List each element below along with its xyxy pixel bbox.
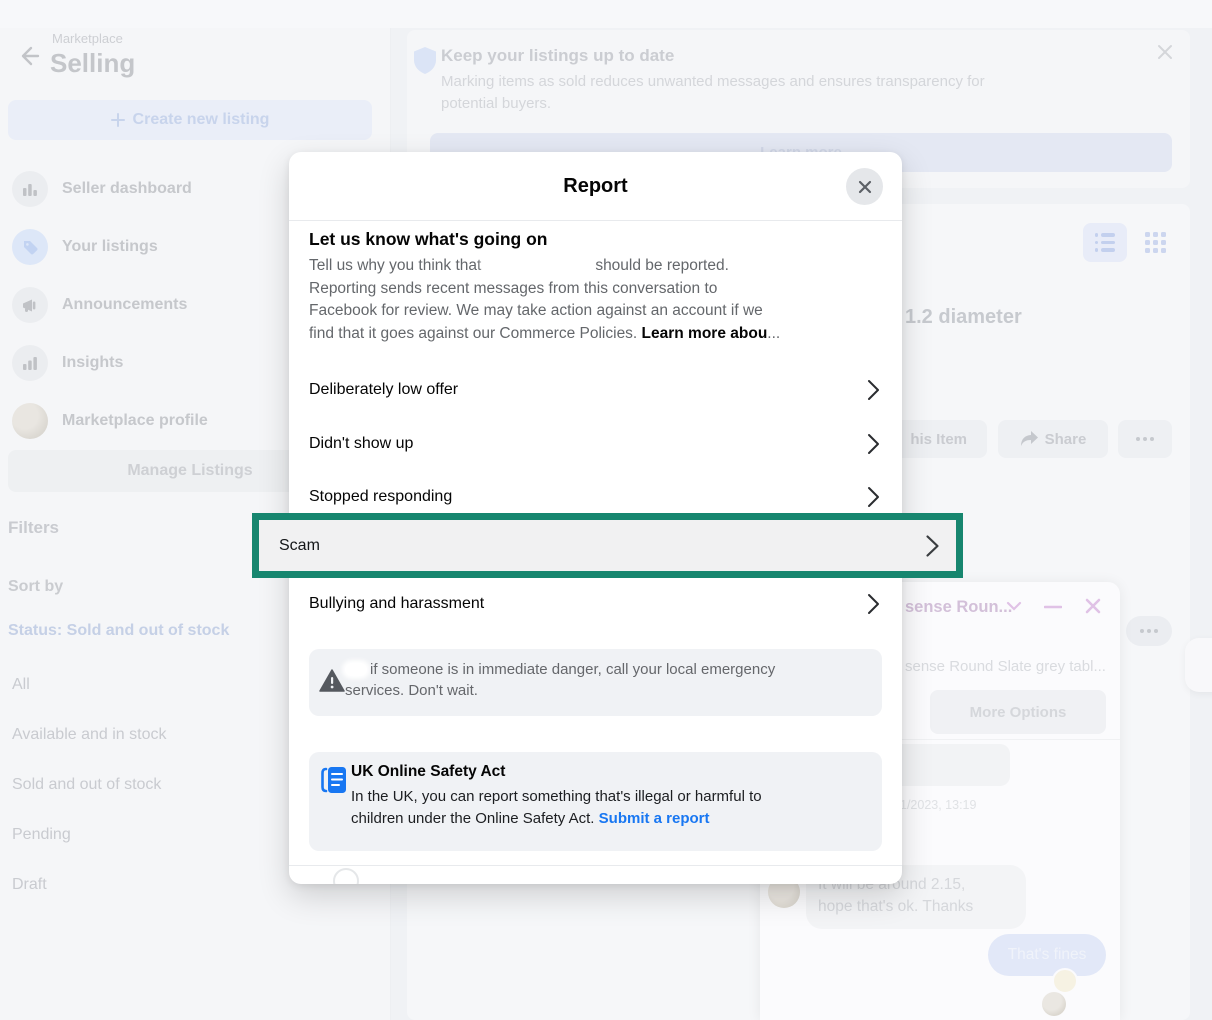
page-title: Selling [50,48,135,79]
close-icon [856,178,874,196]
description-line: Tell us why you think thatshould be repo… [309,255,887,278]
more-dots-icon [1140,629,1158,633]
modal-heading: Let us know what's going on [309,229,547,250]
danger-warning-notice: if someone is in immediate danger, call … [309,649,882,716]
sort-by-label[interactable]: Sort by [8,578,63,596]
warning-text: if someone is in immediate danger, call … [345,659,775,701]
sidebar-item-label: Marketplace profile [62,412,208,430]
modal-close-button[interactable] [846,168,883,205]
warning-line: if someone is in immediate danger, call … [345,659,775,680]
report-option-label: Bullying and harassment [309,595,484,613]
insights-icon [22,355,38,371]
chat-listing-title-fragment: sense Round Slate grey tabl... [905,658,1106,675]
outgoing-message-text: That's fines [1008,946,1087,964]
chevron-right-icon [867,379,880,401]
description-line: Reporting sends recent messages from thi… [309,278,887,301]
incoming-message-line: hope that's ok. Thanks [818,896,973,918]
status-filter-label[interactable]: Status: Sold and out of stock [8,622,229,640]
banner-close-icon[interactable] [1156,43,1174,61]
status-option-draft[interactable]: Draft [12,876,47,894]
chat-close-icon[interactable] [1084,597,1102,615]
uk-safety-title: UK Online Safety Act [351,763,505,781]
modal-footer-divider [289,865,902,866]
create-new-listing-button[interactable]: Create new listing [8,100,372,140]
avatar [12,403,48,439]
learn-more-link[interactable]: Learn more abou [642,325,768,342]
list-view-icon [1095,233,1116,252]
sidebar-item-label: Announcements [62,296,187,314]
listing-more-button[interactable] [1118,420,1172,458]
chat-title-fragment[interactable]: sense Roun... [905,598,1012,617]
grid-view-toggle[interactable] [1133,223,1177,262]
status-option-pending[interactable]: Pending [12,826,71,844]
item-action-label: his Item [910,431,967,448]
chat-more-button[interactable] [1126,616,1172,646]
status-option-available[interactable]: Available and in stock [12,726,166,744]
warning-triangle-icon [319,669,345,692]
chevron-down-icon[interactable] [1006,600,1022,612]
chat-timestamp: 1/2023, 13:19 [900,798,976,812]
chart-icon [22,181,38,197]
report-option-didnt-show-up[interactable]: Didn't show up [309,430,884,458]
minimize-icon[interactable] [1044,605,1062,609]
sidebar-item-label: Your listings [62,238,158,256]
more-options-button[interactable]: More Options [930,690,1106,734]
warning-line: services. Don't wait. [345,680,775,701]
share-label: Share [1045,431,1087,448]
modal-header: Report [289,152,902,221]
document-icon [319,765,349,795]
back-button[interactable] [14,42,42,70]
shield-icon [414,47,436,74]
sidebar-item-label: Seller dashboard [62,180,192,198]
uk-safety-text: In the UK, you can report something that… [351,786,762,808]
report-option-bullying[interactable]: Bullying and harassment [309,590,884,618]
tag-icon [22,239,39,256]
page-top-strip [0,0,1212,28]
more-dots-icon [1136,437,1154,441]
outgoing-message-bubble: That's fines [988,934,1106,976]
chevron-right-icon [867,486,880,508]
status-option-all[interactable]: All [12,676,30,694]
chevron-right-icon [867,593,880,615]
marketplace-selling-screen: Marketplace Selling Create new listing S… [0,0,1212,1020]
create-new-listing-label: Create new listing [133,111,270,129]
uk-safety-text: children under the Online Safety Act. Su… [351,808,710,830]
uk-online-safety-box: UK Online Safety Act In the UK, you can … [309,752,882,851]
peek-card [1185,638,1212,692]
report-option-label: Didn't show up [309,435,413,453]
hidden-row-icon [333,868,359,884]
filters-heading: Filters [8,518,59,538]
banner-description: potential buyers. [441,95,551,112]
report-option-label: Deliberately low offer [309,381,458,399]
chevron-right-icon [867,433,880,455]
description-line: Facebook for review. We may take action … [309,300,887,323]
report-option-label: Scam [279,537,320,555]
grid-view-icon [1145,232,1166,253]
highlight-box-scam-option[interactable]: Scam [252,513,963,578]
list-view-toggle[interactable] [1083,223,1127,262]
report-option-label: Stopped responding [309,488,452,506]
modal-title: Report [289,152,902,221]
megaphone-icon [22,298,39,313]
back-arrow-icon [23,48,38,64]
share-icon [1020,431,1038,447]
banner-title: Keep your listings up to date [441,46,674,66]
chevron-right-icon [925,534,940,558]
sidebar-item-label: Insights [62,354,123,372]
plus-icon [111,113,125,127]
listing-title-fragment: 1.2 diameter [905,306,1022,329]
share-button[interactable]: Share [998,420,1108,458]
report-option-stopped-responding[interactable]: Stopped responding [309,483,884,511]
report-option-low-offer[interactable]: Deliberately low offer [309,376,884,404]
status-option-sold[interactable]: Sold and out of stock [12,776,161,794]
thumbs-up-reaction [1052,968,1078,994]
redacted-text [345,663,367,676]
banner-description: Marking items as sold reduces unwanted m… [441,73,985,90]
breadcrumb[interactable]: Marketplace [52,31,123,46]
submit-report-link[interactable]: Submit a report [599,810,710,827]
description-line: find that it goes against our Commerce P… [309,323,887,346]
avatar [1042,992,1066,1016]
redacted-text [485,256,595,273]
modal-description: Tell us why you think thatshould be repo… [309,255,887,345]
